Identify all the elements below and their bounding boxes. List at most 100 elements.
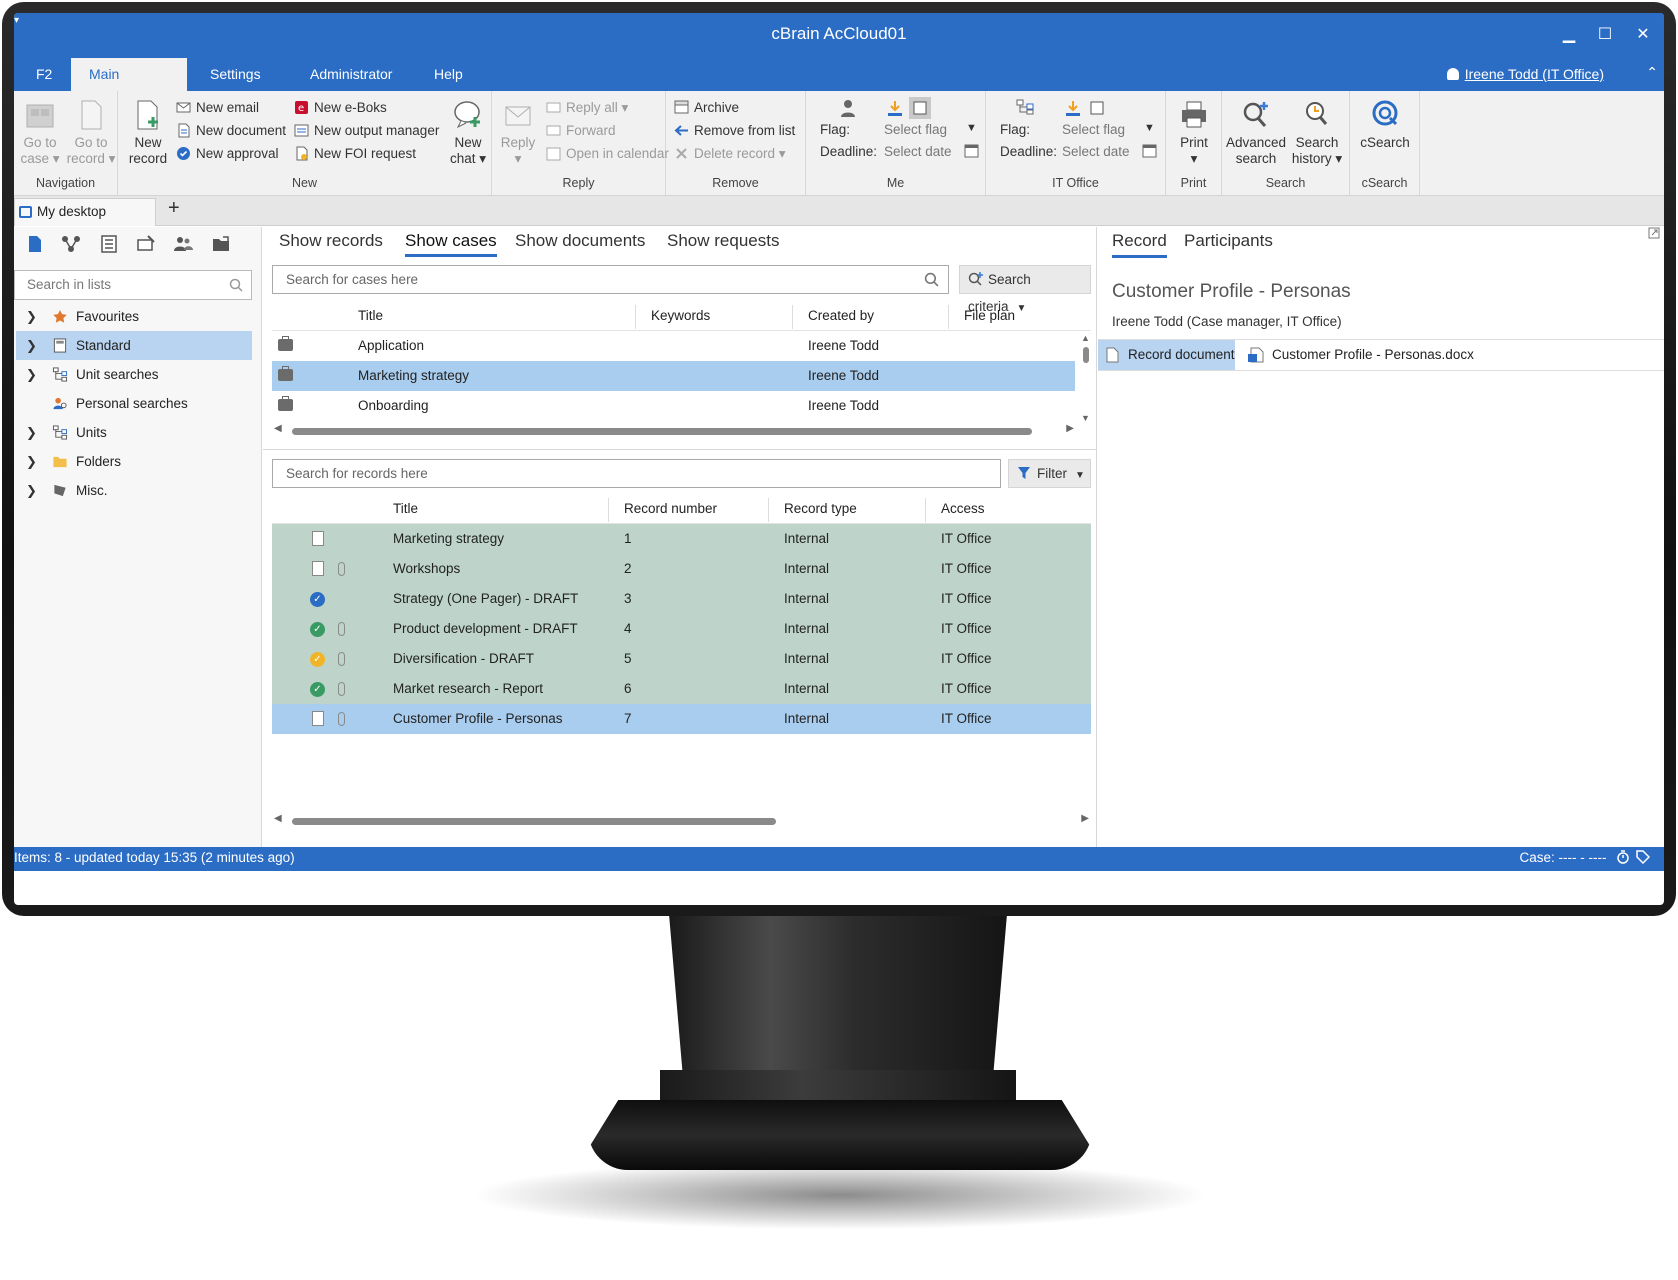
filter-button[interactable]: Filter ▼ [1008, 459, 1091, 488]
record-row[interactable]: Customer Profile - Personas 7 Internal I… [272, 704, 1091, 734]
case-row[interactable]: Onboarding Ireene Todd [272, 391, 1075, 421]
chevron-right-icon[interactable]: ❯ [26, 302, 37, 331]
forward-button[interactable]: Forward [546, 121, 616, 141]
tab-my-desktop[interactable]: My desktop [14, 198, 156, 226]
go-to-case-button[interactable]: Go to case ▾ [18, 99, 62, 167]
csearch-button[interactable]: cSearch [1358, 99, 1412, 151]
scroll-up-icon[interactable]: ▲ [1081, 333, 1090, 343]
me-select-date[interactable]: Select date [884, 144, 952, 159]
collapse-ribbon-icon[interactable]: ⌃ [1646, 64, 1658, 81]
column-separator[interactable] [608, 498, 609, 522]
tree-item-personal-searches[interactable]: Personal searches [16, 389, 252, 418]
record-document-button[interactable]: Record document [1098, 340, 1235, 370]
scroll-right-icon[interactable]: ▶ [1066, 423, 1074, 434]
tab-show-requests[interactable]: Show requests [667, 231, 779, 251]
new-email-button[interactable]: New email [176, 98, 259, 118]
scroll-right-icon[interactable]: ▶ [1081, 813, 1089, 824]
archive-button[interactable]: Archive [674, 98, 739, 118]
column-separator[interactable] [792, 305, 793, 329]
flag-toggle-icon[interactable] [909, 97, 931, 119]
case-row[interactable]: Marketing strategy Ireene Todd [272, 361, 1075, 391]
chevron-right-icon[interactable]: ❯ [26, 476, 37, 505]
tree-item-favourites[interactable]: ❯ Favourites [16, 302, 252, 331]
record-row[interactable]: ✓ Product development - DRAFT 4 Internal… [272, 614, 1091, 644]
search-criteria-button[interactable]: Search criteria ▼ [959, 265, 1091, 314]
scroll-down-icon[interactable]: ▼ [1081, 413, 1090, 423]
tab-help[interactable]: Help [416, 58, 481, 91]
mail-tools-icon[interactable] [136, 234, 156, 254]
close-button[interactable]: ✕ [1628, 21, 1658, 49]
tab-show-cases[interactable]: Show cases [405, 231, 497, 257]
current-user-link[interactable]: Ireene Todd (IT Office) [1446, 58, 1604, 91]
tab-administrator[interactable]: Administrator [292, 58, 410, 91]
tree-item-standard[interactable]: ❯ Standard [16, 331, 252, 360]
record-row[interactable]: Marketing strategy 1 Internal IT Office [272, 524, 1091, 554]
tab-record[interactable]: Record [1112, 231, 1167, 258]
case-row[interactable]: Application Ireene Todd [272, 331, 1075, 361]
list-stack-icon[interactable] [99, 234, 119, 254]
tree-item-folders[interactable]: ❯ Folders [16, 447, 252, 476]
column-file-plan[interactable]: File plan [964, 301, 1015, 331]
search-icon[interactable] [924, 272, 939, 287]
tab-show-records[interactable]: Show records [279, 231, 383, 251]
cases-horizontal-scrollbar[interactable]: ◀ ▶ [274, 423, 1074, 437]
records-search-input[interactable]: Search for records here [272, 459, 1001, 488]
tag-icon[interactable] [1636, 850, 1650, 864]
tree-item-unit-searches[interactable]: ❯ Unit searches [16, 360, 252, 389]
tree-item-misc[interactable]: ❯ Misc. [16, 476, 252, 505]
reply-all-button[interactable]: Reply all ▾ [546, 98, 628, 118]
column-title[interactable]: Title [393, 494, 418, 524]
folder-icon[interactable] [211, 234, 231, 254]
column-separator[interactable] [768, 498, 769, 522]
it-office-select-flag[interactable]: Select flag [1062, 122, 1125, 137]
tab-settings[interactable]: Settings [192, 58, 279, 91]
remove-from-list-button[interactable]: Remove from list [674, 121, 795, 141]
add-tab-button[interactable]: + [168, 197, 180, 220]
record-row[interactable]: ✓ Strategy (One Pager) - DRAFT 3 Interna… [272, 584, 1091, 614]
search-icon[interactable] [229, 278, 243, 292]
column-separator[interactable] [925, 498, 926, 522]
me-calendar-icon[interactable] [964, 143, 979, 158]
new-chat-button[interactable]: New chat ▾ [448, 99, 488, 167]
maximize-button[interactable]: ☐ [1590, 21, 1620, 49]
chevron-right-icon[interactable]: ❯ [26, 331, 37, 360]
reply-button[interactable]: Reply ▾ [498, 99, 538, 167]
column-separator[interactable] [948, 305, 949, 329]
record-row[interactable]: ✓ Diversification - DRAFT 5 Internal IT … [272, 644, 1091, 674]
me-flag-dropdown-icon[interactable]: ▼ [966, 122, 977, 134]
it-office-select-date[interactable]: Select date [1062, 144, 1130, 159]
record-row[interactable]: ✓ Market research - Report 6 Internal IT… [272, 674, 1091, 704]
record-row[interactable]: Workshops 2 Internal IT Office [272, 554, 1091, 584]
chevron-right-icon[interactable]: ❯ [26, 447, 37, 476]
open-in-calendar-button[interactable]: Open in calendar [546, 144, 669, 164]
records-horizontal-scrollbar[interactable]: ◀ ▶ [274, 813, 1089, 827]
tab-participants[interactable]: Participants [1184, 231, 1273, 251]
column-record-number[interactable]: Record number [624, 494, 717, 524]
cases-search-input[interactable]: Search for cases here [272, 265, 949, 294]
scroll-left-icon[interactable]: ◀ [274, 423, 282, 434]
advanced-search-button[interactable]: Advanced search [1226, 99, 1286, 167]
new-record-button[interactable]: New record [126, 99, 170, 167]
column-title[interactable]: Title [358, 301, 383, 331]
tab-main-window[interactable]: Main window [71, 58, 187, 115]
column-created-by[interactable]: Created by [808, 301, 874, 331]
timer-icon[interactable] [1616, 850, 1630, 864]
scroll-thumb[interactable] [1083, 347, 1089, 363]
column-access[interactable]: Access [941, 494, 985, 524]
cases-vertical-scrollbar[interactable]: ▲ ▼ [1081, 333, 1091, 429]
workflow-icon[interactable] [61, 234, 81, 254]
scroll-thumb[interactable] [292, 428, 1032, 435]
contacts-icon[interactable] [173, 234, 193, 254]
attached-file-link[interactable]: Customer Profile - Personas.docx [1244, 340, 1474, 370]
print-button[interactable]: Print ▾ [1172, 99, 1216, 167]
me-select-flag[interactable]: Select flag [884, 122, 947, 137]
minimize-button[interactable]: ▁ [1554, 21, 1584, 49]
popout-icon[interactable] [1648, 227, 1660, 239]
new-output-manager-button[interactable]: New output manager [294, 121, 439, 141]
search-in-lists-input[interactable]: Search in lists [14, 270, 252, 300]
column-record-type[interactable]: Record type [784, 494, 857, 524]
column-keywords[interactable]: Keywords [651, 301, 710, 331]
chevron-right-icon[interactable]: ❯ [26, 360, 37, 389]
scroll-thumb[interactable] [292, 818, 776, 825]
flag-toggle-icon[interactable] [1088, 99, 1106, 117]
